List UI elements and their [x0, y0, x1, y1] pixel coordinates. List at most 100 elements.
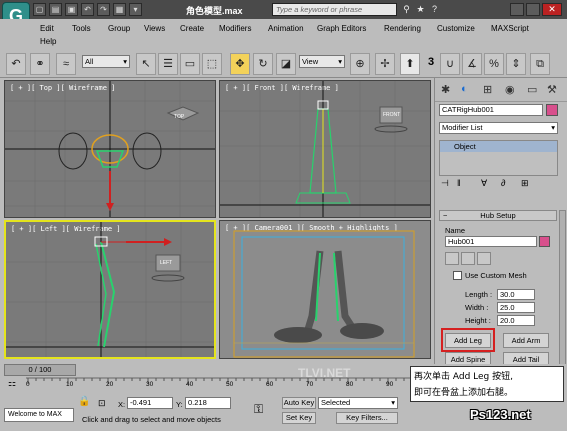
menu-edit[interactable]: Edit — [40, 23, 54, 35]
selection-filter-dropdown[interactable]: All ▾ — [82, 55, 130, 68]
open-icon[interactable]: ▤ — [49, 3, 62, 16]
object-name-field[interactable]: CATRigHub001 — [439, 104, 543, 116]
menu-rendering[interactable]: Rendering — [384, 23, 421, 35]
binoculars-icon[interactable]: ⚲ — [400, 3, 413, 16]
length-label: Length : — [465, 290, 493, 299]
menu-customize[interactable]: Customize — [437, 23, 475, 35]
menu-maxscript[interactable]: MAXScript — [491, 23, 529, 35]
bind-space-warp-icon[interactable]: ≈ — [56, 53, 76, 75]
dropdown-icon[interactable]: ▾ — [129, 3, 142, 16]
x-coordinate-field[interactable]: -0.491 — [127, 397, 173, 409]
select-and-rotate-icon[interactable]: ↻ — [253, 53, 273, 75]
hub-setup-rollout[interactable]: − Hub Setup — [439, 210, 557, 221]
minimize-icon[interactable] — [510, 3, 524, 16]
maxscript-listener[interactable]: Welcome to MAX — [4, 408, 74, 422]
new-icon[interactable]: ▢ — [33, 3, 46, 16]
window-crossing-icon[interactable]: ⬚ — [202, 53, 222, 75]
viewcube-left[interactable]: LEFT — [160, 260, 172, 266]
menu-views[interactable]: Views — [144, 23, 165, 35]
viewport-left[interactable]: [ + ][ Left ][ Wireframe ] LEFT — [4, 220, 216, 359]
percent-snap-icon[interactable]: % — [484, 53, 504, 75]
menu-group[interactable]: Group — [108, 23, 130, 35]
spinner-snap-icon[interactable]: ⇕ — [506, 53, 526, 75]
reference-coordinate-dropdown[interactable]: View ▾ — [299, 55, 345, 68]
create-tab-icon[interactable]: ✱ — [441, 83, 450, 96]
width-spinner[interactable]: 25.0 — [497, 302, 535, 313]
maximize-icon[interactable] — [526, 3, 540, 16]
mini-curve-editor-icon[interactable]: ⚏ — [8, 378, 24, 389]
auto-key-button[interactable]: Auto Key — [282, 397, 316, 409]
select-and-move-icon[interactable]: ✥ — [230, 53, 250, 75]
remove-modifier-icon[interactable]: ∂ — [501, 178, 505, 188]
motion-tab-icon[interactable]: ◉ — [505, 83, 515, 96]
set-key-button[interactable]: Set Key — [282, 412, 316, 424]
modifier-stack[interactable]: Object — [439, 140, 558, 176]
snap-toggle[interactable]: 3 — [428, 56, 434, 68]
use-custom-mesh-checkbox[interactable] — [453, 271, 462, 280]
help-icon[interactable]: ? — [428, 3, 441, 16]
save-icon[interactable]: ▣ — [65, 3, 78, 16]
menu-create[interactable]: Create — [180, 23, 204, 35]
key-filters-button[interactable]: Key Filters... — [336, 412, 398, 424]
modifier-list-dropdown[interactable]: Modifier List ▾ — [439, 122, 558, 134]
select-manipulate-icon[interactable]: ✢ — [375, 53, 395, 75]
keyboard-shortcut-override-icon[interactable]: ⬆ — [400, 53, 420, 75]
hub-color-swatch[interactable] — [539, 236, 550, 247]
undo-icon[interactable]: ↶ — [81, 3, 94, 16]
close-icon[interactable]: ✕ — [542, 3, 562, 16]
project-icon[interactable]: ▦ — [113, 3, 126, 16]
redo-icon[interactable]: ↷ — [97, 3, 110, 16]
menu-graph-editors[interactable]: Graph Editors — [317, 23, 366, 35]
make-unique-icon[interactable]: ∀ — [481, 178, 487, 189]
preset-save-icon[interactable] — [461, 252, 475, 265]
angle-snap-icon[interactable]: ∡ — [462, 53, 482, 75]
selection-set-dropdown[interactable]: Selected ▾ — [318, 397, 398, 409]
pin-stack-icon[interactable]: ⊣ — [441, 178, 449, 189]
hub-name-field[interactable]: Hub001 — [445, 236, 537, 247]
pivot-center-icon[interactable]: ⊕ — [350, 53, 370, 75]
stack-item-object[interactable]: Object — [440, 141, 557, 152]
select-by-name-icon[interactable]: ☰ — [158, 53, 178, 75]
show-end-result-icon[interactable]: ‖ — [457, 178, 461, 188]
star-icon[interactable]: ★ — [414, 3, 427, 16]
select-and-scale-icon[interactable]: ◪ — [276, 53, 296, 75]
viewport-top[interactable]: [ + ][ Top ][ Wireframe ] TOP — [4, 80, 216, 218]
search-input[interactable]: Type a keyword or phrase — [272, 3, 397, 16]
viewport-front[interactable]: [ + ][ Front ][ Wireframe ] FRONT — [219, 80, 431, 218]
timeline-tick-label: 70 — [306, 381, 314, 388]
named-selection-icon[interactable]: ⧉ — [530, 53, 550, 75]
rect-selection-icon[interactable]: ▭ — [180, 53, 200, 75]
hierarchy-tab-icon[interactable]: ⊞ — [483, 83, 492, 96]
menu-modifiers[interactable]: Modifiers — [219, 23, 251, 35]
link-icon[interactable]: ⚭ — [30, 53, 50, 75]
configure-sets-icon[interactable]: ⊞ — [521, 178, 529, 189]
display-tab-icon[interactable]: ▭ — [527, 83, 537, 96]
viewport-camera[interactable]: [ + ][ Camera001 ][ Smooth + Highlights … — [219, 220, 431, 359]
viewcube-top[interactable]: TOP — [174, 114, 184, 120]
menu-animation[interactable]: Animation — [268, 23, 304, 35]
add-arm-button[interactable]: Add Arm — [503, 333, 549, 348]
height-label: Height : — [465, 316, 491, 325]
command-panel-scrollbar[interactable] — [559, 210, 566, 384]
select-object-icon[interactable]: ↖ — [136, 53, 156, 75]
undo-icon[interactable]: ↶ — [6, 53, 26, 75]
time-slider[interactable]: 0 / 100 — [4, 364, 76, 376]
set-key-mode-icon[interactable]: ⚿ — [254, 402, 276, 416]
add-leg-button[interactable]: Add Leg — [445, 333, 491, 348]
preset-load-icon[interactable] — [445, 252, 459, 265]
menu-help[interactable]: Help — [40, 36, 56, 48]
preset-clear-icon[interactable] — [477, 252, 491, 265]
absolute-mode-icon[interactable]: ⊡ — [98, 398, 112, 410]
snap-icon[interactable]: ∪ — [440, 53, 460, 75]
menu-bar: Edit Tools Group Views Create Modifiers … — [0, 19, 567, 49]
object-color-swatch[interactable] — [546, 104, 558, 116]
menu-tools[interactable]: Tools — [72, 23, 91, 35]
length-spinner[interactable]: 30.0 — [497, 289, 535, 300]
viewcube-front[interactable]: FRONT — [383, 112, 400, 118]
y-coordinate-field[interactable]: 0.218 — [185, 397, 231, 409]
height-spinner[interactable]: 20.0 — [497, 315, 535, 326]
width-label: Width : — [465, 303, 489, 312]
lock-selection-icon[interactable]: 🔒 — [78, 396, 92, 410]
modify-tab-icon[interactable]: ◐ — [461, 83, 468, 95]
utilities-tab-icon[interactable]: ⚒ — [547, 83, 557, 96]
